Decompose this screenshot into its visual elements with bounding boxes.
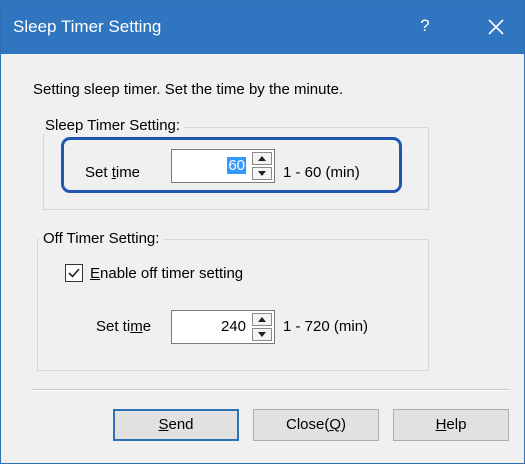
close-mnemonic: Q (329, 416, 342, 433)
description-text: Setting sleep timer. Set the time by the… (33, 81, 344, 98)
separator-highlight (31, 390, 509, 391)
off-time-value[interactable]: 240 (221, 318, 246, 335)
enable-off-timer-mnemonic: E (90, 265, 101, 282)
enable-off-timer-label-rest: nable off timer setting (100, 265, 244, 282)
enable-off-timer-label[interactable]: Enable off timer setting (90, 265, 243, 282)
help-label-rest: elp (446, 416, 467, 433)
close-button[interactable]: Close(Q) (253, 409, 379, 441)
checkmark-icon (68, 268, 80, 278)
send-mnemonic: S (158, 416, 169, 433)
help-mnemonic: H (435, 416, 447, 433)
dialog-window: Sleep Timer Setting ? Setting sleep time… (0, 0, 525, 464)
title-bar[interactable]: Sleep Timer Setting ? (1, 1, 524, 54)
send-button[interactable]: Send (113, 409, 239, 441)
off-time-spin-buttons (252, 313, 272, 341)
help-title-button[interactable]: ? (413, 14, 437, 38)
window-title: Sleep Timer Setting (13, 17, 162, 36)
off-set-time-label-pre: Set ti (96, 318, 131, 335)
off-timer-group-label: Off Timer Setting: (39, 230, 164, 247)
off-timer-group (37, 239, 429, 371)
highlight-box (61, 137, 402, 193)
off-range-label: 1 - 720 (min) (283, 318, 369, 335)
help-button[interactable]: Help (393, 409, 509, 441)
arrow-up-icon (258, 317, 266, 322)
off-time-down-button[interactable] (252, 328, 272, 341)
off-set-time-label-mnemonic: m (130, 318, 143, 335)
close-label-pre: Close( (285, 416, 330, 433)
off-set-time-label: Set time (96, 318, 151, 335)
enable-off-timer-checkbox[interactable] (65, 264, 83, 282)
send-label-rest: end (168, 416, 194, 433)
arrow-down-icon (258, 332, 266, 337)
off-set-time-label-post: e (142, 318, 152, 335)
close-icon[interactable] (483, 14, 509, 40)
close-label-post: ) (341, 416, 347, 433)
off-time-stepper[interactable]: 240 (171, 310, 275, 344)
sleep-timer-group-label: Sleep Timer Setting: (41, 117, 185, 134)
off-time-up-button[interactable] (252, 313, 272, 326)
